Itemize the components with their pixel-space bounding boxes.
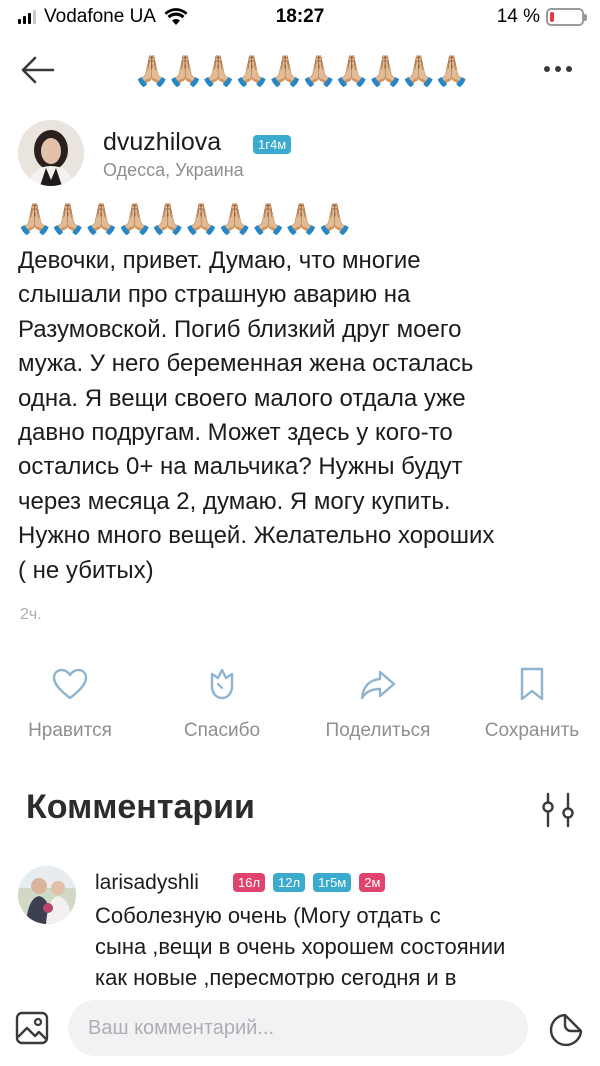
author-avatar[interactable]: [18, 120, 84, 186]
commenter-badge: 2м: [359, 873, 386, 892]
save-label: Сохранить: [484, 720, 580, 741]
author-badge: 1г4м: [253, 135, 292, 154]
comments-title: Комментарии: [26, 788, 255, 826]
commenter-avatar-image: [18, 866, 76, 924]
author-username[interactable]: dvuzhilova: [103, 128, 221, 157]
comment-input-bar: [0, 988, 600, 1066]
share-button[interactable]: Поделиться: [308, 664, 448, 750]
commenter-badge: 16л: [233, 873, 266, 892]
sticker-button[interactable]: [546, 1010, 586, 1050]
post-author: dvuzhilova 1г4м Одесса, Украина: [18, 120, 578, 190]
comment-item: larisadyshli 16л 12л 1г5м 2м Соболезную …: [18, 864, 588, 990]
bookmark-icon: [520, 667, 544, 701]
like-button[interactable]: Нравится: [0, 664, 140, 750]
comment-text: Соболезную очень (Могу отдать с сына ,ве…: [95, 903, 506, 990]
status-right: 14 %: [496, 6, 587, 28]
thanks-label: Спасибо: [183, 720, 261, 741]
commenter-badges: 16л 12л 1г5м 2м: [233, 873, 386, 892]
battery-level: [550, 12, 554, 22]
author-location: Одесса, Украина: [103, 160, 244, 180]
status-bar: Vodafone UA 18:27 14 %: [0, 0, 600, 34]
share-label: Поделиться: [325, 720, 431, 741]
more-button[interactable]: [536, 54, 580, 84]
sticker-icon: [549, 1013, 583, 1047]
attach-image-button[interactable]: [12, 1008, 52, 1048]
thanks-button[interactable]: Спасибо: [152, 664, 292, 750]
share-icon: [360, 670, 396, 700]
post-time: 2ч.: [20, 606, 42, 623]
commenter-username[interactable]: larisadyshli: [95, 871, 199, 895]
flower-icon: [210, 668, 234, 700]
comment-input[interactable]: [68, 1000, 528, 1056]
filter-sliders-icon: [542, 792, 574, 828]
like-label: Нравится: [28, 720, 112, 741]
battery-percent: 14 %: [496, 6, 540, 27]
battery-icon: [546, 8, 587, 26]
nav-bar: 🙏🏼🙏🏼🙏🏼🙏🏼🙏🏼🙏🏼🙏🏼🙏🏼🙏🏼🙏🏼: [0, 44, 600, 94]
nav-title: 🙏🏼🙏🏼🙏🏼🙏🏼🙏🏼🙏🏼🙏🏼🙏🏼🙏🏼🙏🏼: [133, 55, 471, 88]
heart-icon: [52, 668, 88, 700]
post-emoji-line: 🙏🏼🙏🏼🙏🏼🙏🏼🙏🏼🙏🏼🙏🏼🙏🏼🙏🏼🙏🏼: [16, 203, 354, 236]
commenter-badge: 1г5м: [313, 873, 352, 892]
image-icon: [15, 1011, 49, 1045]
commenter-avatar[interactable]: [18, 866, 76, 924]
post-text: Девочки, привет. Думаю, что многие слыша…: [18, 247, 495, 584]
commenter-badge: 12л: [273, 873, 306, 892]
avatar-image: [18, 120, 84, 186]
save-button[interactable]: Сохранить: [462, 664, 600, 750]
comments-filter-button[interactable]: [536, 788, 580, 832]
post-actions: Нравится Спасибо Поделиться Сохранить: [0, 664, 600, 754]
more-dots-icon: [544, 66, 550, 72]
